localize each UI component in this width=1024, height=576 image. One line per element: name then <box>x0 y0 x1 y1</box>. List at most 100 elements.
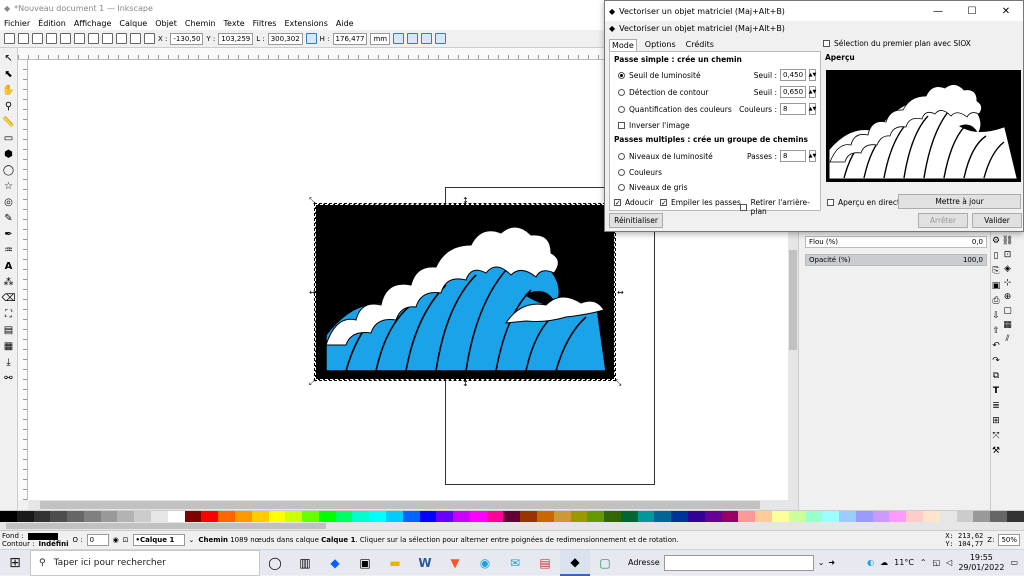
undo-icon[interactable]: ↶ <box>992 341 1000 351</box>
edge-detection-radio[interactable] <box>618 89 625 96</box>
connector-tool-icon[interactable]: ⚯ <box>3 372 15 384</box>
opacity-value[interactable]: 100,0 <box>963 256 983 264</box>
network-icon[interactable]: ◱ <box>933 558 941 567</box>
palette-swatch[interactable] <box>335 511 353 522</box>
smooth-checkbox[interactable]: ✓ <box>614 199 621 207</box>
bucket-tool-icon[interactable]: ⛶ <box>3 308 15 320</box>
windows-start-icon[interactable]: ⊞ <box>0 550 30 576</box>
chevron-down-icon[interactable]: ⌄ <box>189 536 195 544</box>
volume-icon[interactable]: ◁ <box>946 558 952 567</box>
blur-slider[interactable]: Flou (%) 0,0 <box>805 236 987 248</box>
resize-handle-left[interactable]: ↔ <box>309 289 316 297</box>
text-font-icon[interactable]: T <box>993 386 999 396</box>
opacity-slider[interactable]: Opacité (%) 100,0 <box>805 254 987 266</box>
stack-scans-checkbox[interactable]: ✓ <box>660 199 667 207</box>
maximize-button[interactable]: ☐ <box>955 1 989 21</box>
colors-input[interactable]: 8 <box>780 103 806 115</box>
save-icon[interactable]: ▣ <box>992 281 1001 291</box>
raise-to-top-icon[interactable] <box>102 33 113 44</box>
lower-icon[interactable] <box>130 33 141 44</box>
palette-swatch[interactable] <box>83 511 101 522</box>
print-icon[interactable]: ⎙ <box>992 296 999 306</box>
copy-icon[interactable]: ⧉ <box>993 371 999 381</box>
invert-image-option[interactable]: Inverser l'image <box>618 121 690 130</box>
selector-tool-icon[interactable]: ↖ <box>3 52 15 64</box>
brightness-cutoff-radio[interactable] <box>618 72 625 79</box>
browser-icon[interactable]: ◉ <box>470 550 500 576</box>
palette-swatch[interactable] <box>352 511 370 522</box>
flip-vertical-icon[interactable] <box>88 33 99 44</box>
palette-swatch[interactable] <box>318 511 336 522</box>
snap-grid-icon[interactable]: ▦ <box>1003 320 1012 330</box>
xml-editor-icon[interactable]: ⚙ <box>992 236 1000 246</box>
palette-swatch[interactable] <box>16 511 34 522</box>
palette-swatch[interactable] <box>251 511 269 522</box>
palette-swatch[interactable] <box>469 511 487 522</box>
taskbar-clock[interactable]: 19:55 29/01/2022 <box>958 553 1004 573</box>
gradient-tool-icon[interactable]: ▤ <box>3 324 15 336</box>
palette-swatch[interactable] <box>956 511 974 522</box>
grays-radio[interactable] <box>618 184 625 191</box>
menu-affichage[interactable]: Affichage <box>74 19 112 28</box>
palette-swatch[interactable] <box>620 511 638 522</box>
palette-swatch[interactable] <box>218 511 235 522</box>
remove-background-option[interactable]: Retirer l'arrière-plan <box>740 198 820 216</box>
palette-swatch[interactable] <box>805 511 823 522</box>
pen-tool-icon[interactable]: ✒ <box>3 228 15 240</box>
opacity-input[interactable]: 0 <box>86 534 109 546</box>
menu-texte[interactable]: Texte <box>224 19 245 28</box>
file-explorer-icon[interactable]: ▬ <box>380 550 410 576</box>
redo-icon[interactable]: ↷ <box>992 356 1000 366</box>
palette-swatch[interactable] <box>486 511 504 522</box>
transform-gradients-icon[interactable] <box>421 33 433 44</box>
pencil-tool-icon[interactable]: ✎ <box>3 212 15 224</box>
layer-select[interactable]: •Calque 1 <box>132 534 185 546</box>
colors-multipass-option[interactable]: Couleurs <box>618 168 662 177</box>
menu-fichier[interactable]: Fichier <box>4 19 30 28</box>
task-view-icon[interactable]: ◯ <box>260 550 290 576</box>
text-tool-icon[interactable]: A <box>3 260 15 272</box>
word-icon[interactable]: W <box>410 550 440 576</box>
palette-scroll-thumb[interactable] <box>6 523 326 529</box>
traced-wave-artwork[interactable] <box>314 203 616 381</box>
select-all-layers-icon[interactable] <box>18 33 29 44</box>
resize-handle-bottom[interactable]: ↕ <box>462 380 469 388</box>
palette-swatch[interactable] <box>268 511 286 522</box>
palette-swatch[interactable] <box>1006 511 1024 522</box>
zoom-tool-icon[interactable]: ⚲ <box>3 100 15 112</box>
palette-swatch[interactable] <box>33 511 51 522</box>
app-green-icon[interactable]: ▢ <box>590 550 620 576</box>
brightness-steps-radio[interactable] <box>618 153 625 160</box>
resize-handle-right[interactable]: ↔ <box>617 289 624 297</box>
palette-swatch[interactable] <box>973 511 991 522</box>
brightness-cutoff-option[interactable]: Seuil de luminosité <box>618 71 701 80</box>
stroke-value[interactable]: Indéfini <box>39 540 69 548</box>
passes-input[interactable]: 8 <box>780 150 806 162</box>
palette-swatch[interactable] <box>939 511 957 522</box>
w-input[interactable]: 300,302 <box>267 32 303 45</box>
palette-swatch[interactable] <box>738 511 756 522</box>
menu-chemin[interactable]: Chemin <box>185 19 216 28</box>
resize-handle-bottom-right[interactable]: ⤡ <box>615 379 621 387</box>
live-preview-option[interactable]: Aperçu en direct <box>827 198 900 207</box>
tweak-tool-icon[interactable]: ✋ <box>2 84 14 96</box>
menu-calque[interactable]: Calque <box>119 19 147 28</box>
resize-handle-top[interactable]: ↕ <box>462 197 469 205</box>
threshold-input[interactable]: 0,450 <box>780 69 806 81</box>
transform-icon[interactable]: ⤧ <box>992 431 999 441</box>
color-quantization-radio[interactable] <box>618 106 625 113</box>
palette-swatch[interactable] <box>922 511 940 522</box>
close-button[interactable]: ✕ <box>989 1 1023 21</box>
preferences-icon[interactable]: ⚒ <box>992 446 1000 456</box>
palette-swatch[interactable] <box>704 511 722 522</box>
palette-swatch[interactable] <box>503 511 521 522</box>
inkscape-taskbar-icon[interactable]: ◆ <box>560 549 590 576</box>
flip-horizontal-icon[interactable] <box>74 33 85 44</box>
colors-stepper[interactable]: ▲▼ <box>809 103 816 115</box>
resize-handle-top-left[interactable]: ⤡ <box>309 197 315 205</box>
temperature[interactable]: 11°C <box>894 558 914 567</box>
lock-ratio-icon[interactable] <box>305 33 317 44</box>
unit-select[interactable]: mm <box>370 32 391 45</box>
minimize-button[interactable]: — <box>921 1 955 21</box>
import-icon[interactable]: ⇩ <box>992 311 1000 321</box>
